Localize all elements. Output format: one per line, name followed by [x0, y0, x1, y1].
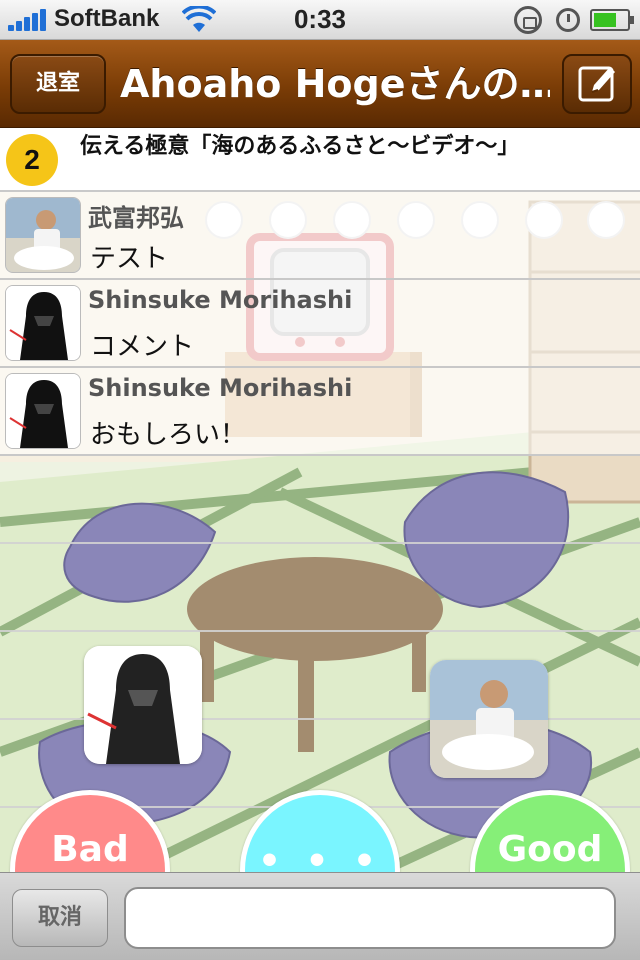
comment-text: コメント [90, 332, 195, 362]
divider [0, 630, 640, 632]
compose-icon [578, 66, 615, 102]
topic-bar: 2 伝える極意「海のあるふるさと〜ビデオ〜」 [0, 128, 640, 192]
comment-text: テスト [90, 244, 169, 274]
comment-author: Shinsuke Morihashi [88, 286, 353, 314]
compose-button[interactable] [562, 54, 632, 114]
status-time: 0:33 [293, 4, 347, 34]
cancel-button[interactable]: 取消 [12, 889, 108, 947]
divider [0, 542, 640, 544]
person-photo-icon [6, 198, 80, 272]
avatar [5, 285, 81, 361]
darth-vader-icon [6, 286, 80, 360]
participant-avatar[interactable] [430, 660, 548, 778]
status-bar: SoftBank 0:33 [0, 0, 640, 40]
navigation-bar: 退室 Ahoaho Hogeさんの… [0, 40, 640, 128]
comment-row[interactable]: Shinsuke Morihashi コメント [0, 280, 640, 368]
comment-row[interactable]: 武富邦弘 テスト [0, 192, 640, 280]
leave-room-button[interactable]: 退室 [10, 54, 106, 114]
rotation-lock-icon [514, 6, 542, 34]
person-photo-icon [430, 660, 548, 778]
participant-avatar[interactable] [84, 646, 202, 764]
topic-number-badge: 2 [6, 134, 58, 186]
avatar [5, 373, 81, 449]
comment-list: 武富邦弘 テスト Shinsuke Morihashi コメント Shinsuk… [0, 192, 640, 456]
input-bar: 取消 [0, 872, 640, 960]
alarm-icon [556, 8, 580, 32]
comment-row[interactable]: Shinsuke Morihashi おもしろい！ [0, 368, 640, 456]
message-input[interactable] [124, 887, 616, 949]
comment-author: Shinsuke Morihashi [88, 374, 353, 402]
comment-author: 武富邦弘 [88, 204, 184, 232]
darth-vader-icon [6, 374, 80, 448]
battery-icon [590, 9, 634, 31]
topic-title: 伝える極意「海のあるふるさと〜ビデオ〜」 [80, 134, 520, 159]
darth-vader-icon [84, 646, 202, 764]
page-title: Ahoaho Hogeさんの… [120, 62, 550, 106]
avatar [5, 197, 81, 273]
comment-text: おもしろい！ [90, 420, 247, 450]
